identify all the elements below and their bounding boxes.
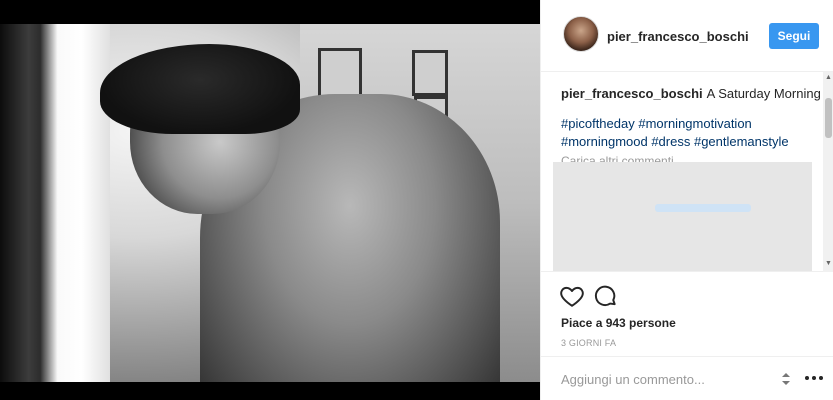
avatar[interactable]: [563, 16, 599, 52]
comment-icon[interactable]: [593, 283, 619, 309]
input-resize-icon[interactable]: [779, 369, 793, 389]
likes-count[interactable]: Piace a 943 persone: [561, 316, 676, 330]
comment-input[interactable]: [561, 368, 771, 390]
heart-icon[interactable]: [559, 283, 585, 309]
post-header: pier_francesco_boschi Segui: [541, 0, 833, 72]
caption-username[interactable]: pier_francesco_boschi: [561, 86, 703, 101]
post-side-panel: pier_francesco_boschi Segui pier_frances…: [540, 0, 833, 400]
comments-loading-overlay: [553, 162, 812, 271]
post-timestamp[interactable]: 3 GIORNI FA: [561, 338, 616, 348]
comments-scrollbar[interactable]: ▲ ▼: [823, 72, 833, 272]
post-photo[interactable]: [0, 24, 540, 382]
photo-window-light: [40, 24, 110, 382]
photo-wall-frame: [412, 50, 448, 96]
caption-text: A Saturday Morning: [706, 86, 821, 101]
scrollbar-thumb[interactable]: [825, 98, 832, 138]
post-caption: pier_francesco_boschi A Saturday Morning: [561, 85, 823, 103]
photo-subject-hair: [100, 44, 300, 134]
add-comment-bar: [541, 356, 833, 400]
overlay-link-placeholder: [655, 204, 751, 212]
post-image-pane: [0, 0, 540, 400]
follow-button[interactable]: Segui: [769, 23, 819, 49]
scroll-down-arrow-icon[interactable]: ▼: [825, 260, 832, 267]
scroll-up-arrow-icon[interactable]: ▲: [825, 74, 832, 81]
comments-section: pier_francesco_boschi A Saturday Morning …: [541, 72, 833, 272]
header-username[interactable]: pier_francesco_boschi: [607, 29, 749, 44]
caption-hashtags[interactable]: #picoftheday #morningmotivation #morning…: [561, 115, 811, 151]
more-options-icon[interactable]: [801, 365, 827, 391]
